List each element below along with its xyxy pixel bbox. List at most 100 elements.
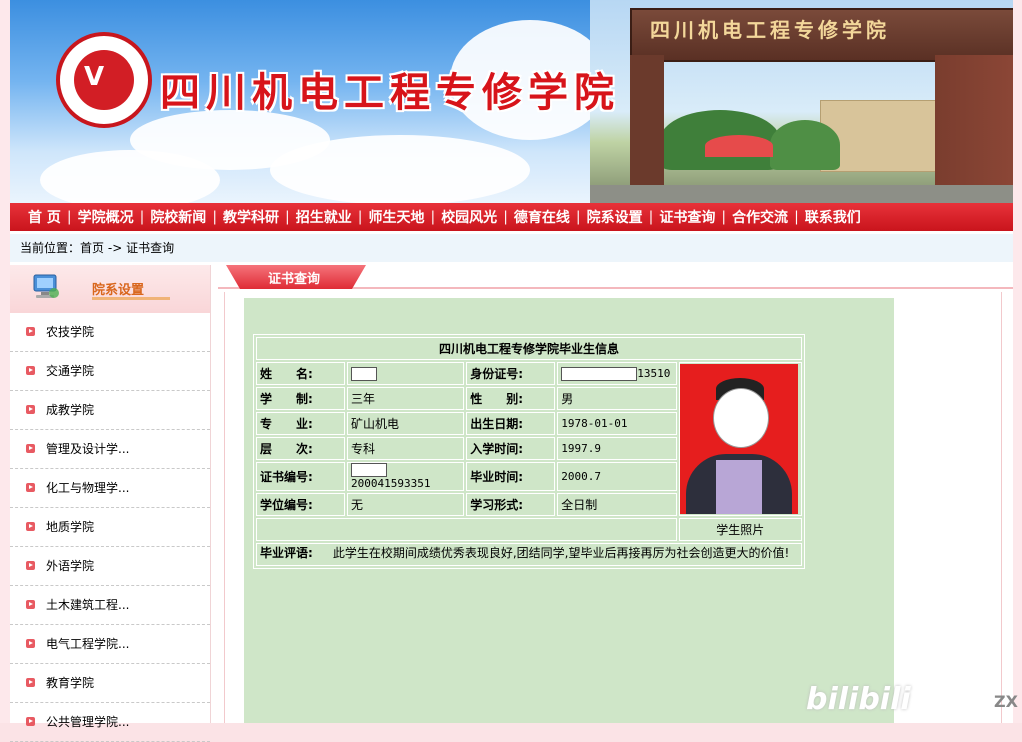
- gate-pillar: [935, 55, 1013, 203]
- photo-caption: 学生照片: [678, 518, 802, 541]
- sidebar-header: 院系设置: [10, 265, 210, 313]
- nav-item[interactable]: 联系我们: [805, 207, 861, 227]
- arrow-bullet-icon: [26, 444, 35, 453]
- nav-separator: |: [794, 209, 799, 225]
- breadcrumb-arrow: ->: [107, 241, 123, 255]
- nav-item[interactable]: 招生就业: [296, 207, 352, 227]
- nav-separator: |: [66, 209, 72, 225]
- cert-value-suffix: 200041593351: [350, 477, 431, 490]
- arrow-bullet-icon: [26, 561, 35, 570]
- sidebar-item-label: 交通学院: [46, 364, 95, 378]
- sidebar-item-label: 地质学院: [46, 520, 95, 534]
- degree-value: 无: [346, 493, 465, 516]
- sidebar-item[interactable]: 电气工程学院...: [10, 625, 210, 664]
- content-area: 四川机电工程专修学院毕业生信息 姓 名: 身份证号: 13510 学 制: 三年…: [224, 292, 1002, 723]
- redacted-id: [561, 366, 638, 381]
- major-label: 专 业:: [256, 412, 345, 435]
- sidebar-item[interactable]: 地质学院: [10, 508, 210, 547]
- sidebar-item[interactable]: 外语学院: [10, 547, 210, 586]
- sidebar-item-label: 化工与物理学...: [46, 481, 130, 495]
- sidebar-item-label: 公共管理学院...: [46, 715, 130, 729]
- study-label: 学 制:: [256, 387, 345, 410]
- nav-separator: |: [648, 209, 654, 225]
- page: 四川机电工程专修学院 V 四川机电工程专修学院 首 页 | 学院概况 | 院校新闻 | 教学…: [10, 0, 1013, 742]
- mode-value: 全日制: [557, 493, 677, 516]
- nav-separator: |: [139, 209, 145, 225]
- gate-pillar: [630, 55, 664, 203]
- redacted-name: [350, 366, 377, 381]
- id-value-suffix: 13510: [637, 366, 671, 380]
- cert-value: 200041593351: [346, 462, 465, 491]
- nav-item[interactable]: 院系设置: [587, 207, 643, 227]
- nav-item[interactable]: 教学科研: [223, 207, 279, 227]
- breadcrumb: 当前位置：首页 -> 证书查询: [10, 234, 1013, 262]
- gender-value: 男: [557, 387, 677, 410]
- nav-item[interactable]: 证书查询: [659, 207, 715, 227]
- name-value: [346, 362, 465, 385]
- nav-item[interactable]: 院校新闻: [150, 207, 206, 227]
- sidebar-item-label: 教育学院: [46, 676, 95, 690]
- header-banner: 四川机电工程专修学院 V 四川机电工程专修学院: [10, 0, 1013, 203]
- sidebar-item-label: 电气工程学院...: [46, 637, 130, 651]
- nav-item[interactable]: 合作交流: [732, 207, 788, 227]
- road-image: [590, 185, 1013, 203]
- empty-cell: [256, 518, 677, 541]
- sidebar-item-label: 管理及设计学...: [46, 442, 130, 456]
- campus-gate-photo: 四川机电工程专修学院: [590, 0, 1013, 203]
- arrow-bullet-icon: [26, 600, 35, 609]
- gender-label: 性 别:: [466, 387, 556, 410]
- sidebar-item[interactable]: 农技学院: [10, 313, 210, 352]
- arrow-bullet-icon: [26, 366, 35, 375]
- table-title: 四川机电工程专修学院毕业生信息: [256, 337, 802, 360]
- nav-separator: |: [721, 209, 727, 225]
- watermark-suffix: ZX: [994, 692, 1018, 711]
- cert-label: 证书编号:: [256, 462, 345, 491]
- level-value: 专科: [346, 437, 465, 460]
- sidebar-title-underline: [92, 297, 170, 300]
- arrow-bullet-icon: [26, 483, 35, 492]
- trees-image: [770, 120, 840, 170]
- comment-label: 毕业评语:: [260, 546, 313, 560]
- sidebar-item[interactable]: 教育学院: [10, 664, 210, 703]
- nav-separator: |: [285, 209, 290, 225]
- nav-item[interactable]: 校园风光: [441, 207, 497, 227]
- arrow-bullet-icon: [26, 678, 35, 687]
- arrow-bullet-icon: [26, 639, 35, 648]
- nav-item[interactable]: 师生天地: [368, 207, 424, 227]
- nav-separator: |: [357, 209, 363, 225]
- photo-cell: [678, 362, 802, 516]
- gate-sign-text: 四川机电工程专修学院: [650, 18, 890, 42]
- breadcrumb-home-link[interactable]: 首页: [80, 241, 104, 255]
- arrow-bullet-icon: [26, 717, 35, 726]
- grad-label: 毕业时间:: [466, 462, 556, 491]
- main-nav: 首 页 | 学院概况 | 院校新闻 | 教学科研 | 招生就业 | 师生天地 | 校园风光 | 德育在线 | 院…: [10, 203, 1013, 231]
- sidebar-item-label: 成教学院: [46, 403, 95, 417]
- computer-icon: [33, 274, 59, 298]
- tab-certificate-query[interactable]: 证书查询: [226, 265, 366, 289]
- arrow-bullet-icon: [26, 405, 35, 414]
- birth-value: 1978-01-01: [557, 412, 677, 435]
- nav-item[interactable]: 德育在线: [514, 207, 570, 227]
- nav-item[interactable]: 学院概况: [78, 207, 134, 227]
- nav-item[interactable]: 首 页: [28, 207, 61, 227]
- sidebar-item[interactable]: 化工与物理学...: [10, 469, 210, 508]
- enroll-label: 入学时间:: [466, 437, 556, 460]
- enroll-value: 1997.9: [557, 437, 677, 460]
- sidebar: 院系设置 农技学院交通学院成教学院管理及设计学... 化工与物理学... 地质学院外…: [10, 265, 211, 742]
- school-logo: V: [56, 32, 152, 128]
- sidebar-item[interactable]: 土木建筑工程...: [10, 586, 210, 625]
- content-tabbar: 证书查询: [218, 265, 1013, 289]
- school-name-title: 四川机电工程专修学院: [160, 69, 620, 116]
- sidebar-item-label: 农技学院: [46, 325, 95, 339]
- arrow-bullet-icon: [26, 522, 35, 531]
- sidebar-item[interactable]: 成教学院: [10, 391, 210, 430]
- nav-separator: |: [575, 209, 581, 225]
- breadcrumb-current: 证书查询: [126, 241, 175, 255]
- id-value: 13510: [557, 362, 677, 385]
- nav-separator: |: [212, 209, 218, 225]
- logo-mark: V: [84, 62, 105, 92]
- sidebar-item[interactable]: 管理及设计学...: [10, 430, 210, 469]
- sidebar-item[interactable]: 交通学院: [10, 352, 210, 391]
- sidebar-list: 农技学院交通学院成教学院管理及设计学... 化工与物理学... 地质学院外语学院 土木…: [10, 313, 210, 742]
- study-value: 三年: [346, 387, 465, 410]
